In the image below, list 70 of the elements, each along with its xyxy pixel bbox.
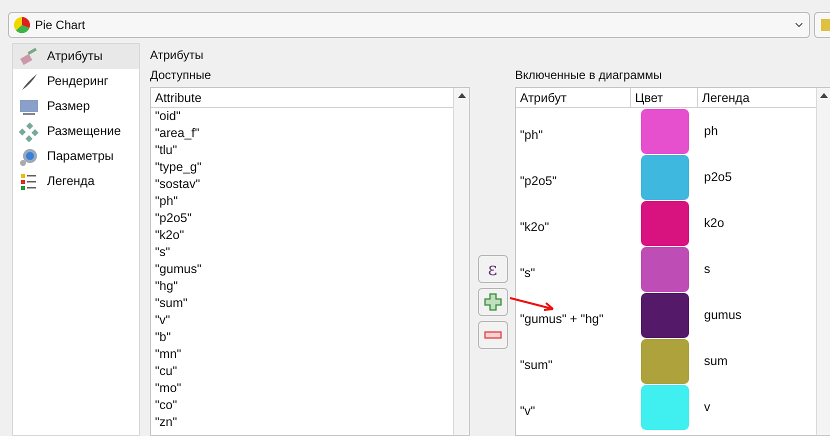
scroll-up-icon — [820, 93, 828, 98]
sidebar-item[interactable]: Рендеринг — [13, 69, 139, 94]
pie-chart-icon — [13, 16, 31, 34]
column-header[interactable]: Легенда — [698, 88, 816, 107]
attribute-list-item[interactable]: "type_g" — [155, 160, 202, 174]
scroll-up-icon — [458, 93, 466, 98]
attribute-list-item[interactable]: "b" — [155, 330, 171, 344]
legend-cell-text: sum — [703, 352, 729, 370]
minus-icon — [484, 331, 502, 339]
expression-button[interactable]: ε — [478, 255, 508, 283]
attribute-list-item[interactable]: "sum" — [155, 296, 188, 310]
legend-cell-text: s — [703, 260, 712, 278]
sidebar-item[interactable]: Параметры — [13, 144, 139, 169]
attribute-column-header[interactable]: Attribute — [151, 88, 453, 108]
sidebar-item[interactable]: Размер — [13, 94, 139, 119]
legend-cell-text: gumus — [703, 306, 743, 324]
attribute-list-item[interactable]: "zn" — [155, 415, 178, 429]
attribute-list-item[interactable]: "sostav" — [155, 177, 200, 191]
legend-cell-text: p2o5 — [703, 168, 733, 186]
color-swatch[interactable] — [640, 292, 688, 338]
scrollbar[interactable] — [816, 88, 830, 435]
attribute-list-item[interactable]: "tlu" — [155, 143, 178, 157]
column-header[interactable]: Цвет — [631, 88, 698, 107]
attribute-cell: "s" — [520, 266, 536, 280]
color-swatch[interactable] — [640, 246, 688, 292]
attribute-list-item[interactable]: "oid" — [155, 109, 181, 123]
legend-cell-text: k2o — [703, 214, 726, 232]
available-label: Доступные — [150, 67, 212, 84]
attribute-list-item[interactable]: "p2o5" — [155, 211, 192, 225]
diagram-type-dropdown[interactable]: Pie Chart — [8, 12, 810, 38]
attribute-cell: "p2o5" — [520, 174, 557, 188]
attribute-list-item[interactable]: "cu" — [155, 364, 178, 378]
attribute-list-item[interactable]: "gumus" — [155, 262, 202, 276]
included-label: Включенные в диаграммы — [515, 67, 663, 84]
attribute-list-item[interactable]: "hg" — [155, 279, 178, 293]
color-swatch[interactable] — [640, 338, 688, 384]
color-swatch[interactable] — [640, 108, 688, 154]
style-button[interactable] — [814, 12, 830, 38]
color-swatch[interactable] — [640, 200, 688, 246]
sidebar-item[interactable]: Легенда — [13, 169, 139, 194]
sidebar-item[interactable]: Атрибуты — [13, 44, 139, 69]
attribute-list-item[interactable]: "k2o" — [155, 228, 184, 242]
remove-button[interactable] — [478, 321, 508, 349]
add-button[interactable] — [478, 288, 508, 316]
attribute-list-item[interactable]: "area_f" — [155, 126, 200, 140]
pen-icon — [19, 72, 39, 92]
legend-cell-text: ph — [703, 122, 719, 140]
attribute-cell: "ph" — [520, 128, 543, 142]
arrows-icon — [19, 122, 39, 142]
attribute-list-item[interactable]: "s" — [155, 245, 170, 259]
legend-icon — [19, 172, 39, 192]
legend-cell-text: v — [703, 398, 712, 416]
attribute-cell: "sum" — [520, 358, 552, 372]
column-header[interactable]: Атрибут — [516, 88, 631, 107]
attribute-list-item[interactable]: "v" — [155, 313, 170, 327]
attribute-cell: "v" — [520, 404, 536, 418]
attribute-cell: "k2o" — [520, 220, 550, 234]
annotation-arrow — [509, 296, 555, 312]
color-swatch[interactable] — [640, 384, 688, 430]
attribute-list-item[interactable]: "mn" — [155, 347, 182, 361]
attribute-list-item[interactable]: "ph" — [155, 194, 178, 208]
attribute-cell: "gumus" + "hg" — [520, 312, 604, 326]
attribute-list-item[interactable]: "co" — [155, 398, 178, 412]
color-swatch[interactable] — [640, 154, 688, 200]
section-title: Атрибуты — [150, 47, 204, 64]
sidebar-item[interactable]: Размещение — [13, 119, 139, 144]
plus-icon — [484, 293, 502, 311]
scrollbar[interactable] — [453, 88, 469, 435]
gear-icon — [19, 146, 39, 166]
attribute-list-item[interactable]: "mo" — [155, 381, 182, 395]
